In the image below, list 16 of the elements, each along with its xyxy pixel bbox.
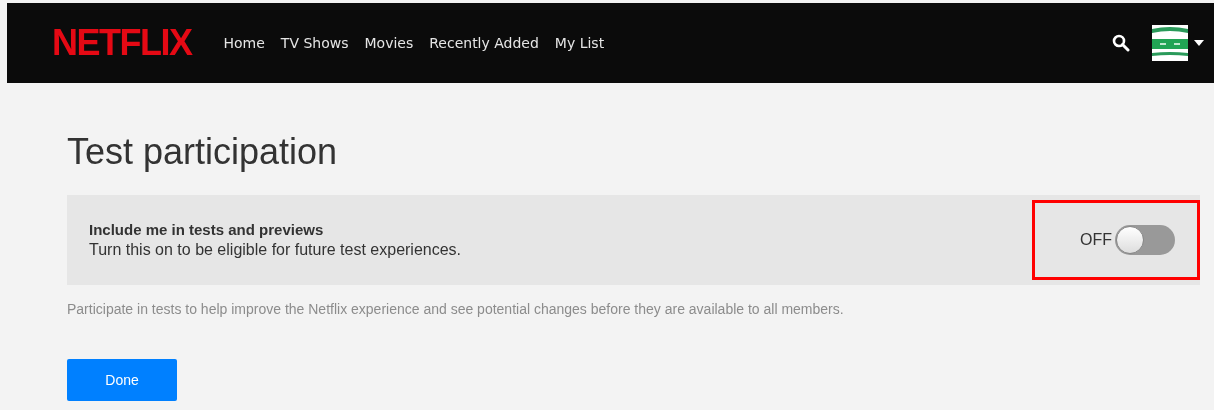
toggle-switch[interactable] — [1115, 225, 1175, 255]
setting-heading: Include me in tests and previews — [89, 221, 325, 238]
setting-description: Turn this on to be eligible for future test experiences. — [89, 241, 463, 259]
nav-link[interactable]: TV Shows — [280, 35, 349, 51]
toggle-state-label: OFF — [1080, 231, 1112, 249]
info-text: Participate in tests to help improve the Netflix experience and see potential changes before they are available to all members. — [67, 301, 845, 317]
nav-link[interactable]: Recently Added — [429, 35, 539, 51]
logo[interactable]: NETFLIX — [52, 23, 192, 63]
search-icon[interactable] — [1112, 34, 1130, 52]
page-title: Test participation — [67, 131, 339, 173]
nav-link[interactable]: Movies — [364, 35, 414, 51]
nav-link[interactable]: Home — [223, 35, 265, 51]
avatar-icon[interactable] — [1152, 25, 1188, 61]
done-button[interactable]: Done — [67, 359, 177, 401]
caret-icon[interactable] — [1194, 40, 1204, 46]
nav-link[interactable]: My List — [554, 35, 605, 51]
